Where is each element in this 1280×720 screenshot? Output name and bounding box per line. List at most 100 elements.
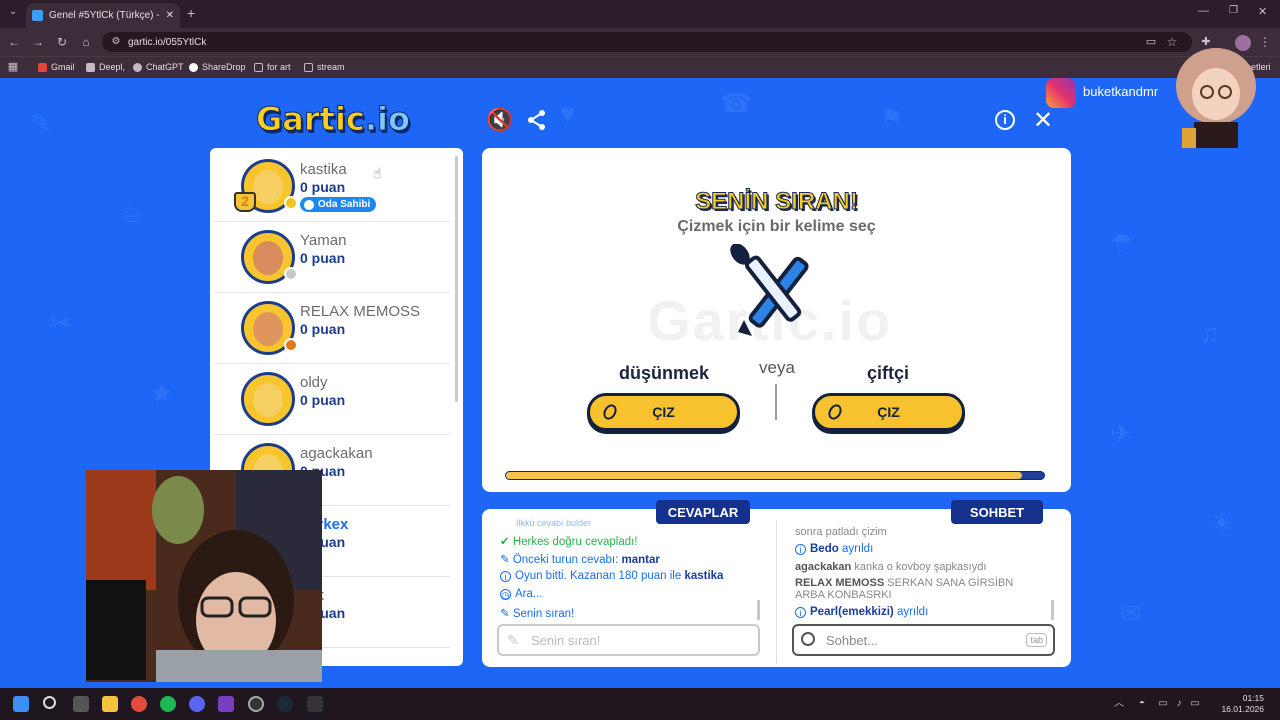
draw-option-2-button[interactable]: ÇIZ [812,393,965,431]
apps-grid-icon[interactable]: ▦ [6,60,20,74]
player-points: 0 puan [300,321,346,337]
obs-icon[interactable] [248,696,264,712]
gartic-logo: Gartic.io [256,100,411,139]
file-explorer-icon[interactable] [102,696,118,712]
doodle-icon: ✂ [50,308,72,338]
word-selection-panel: Gartic.io SENİN SIRAN! Çizmek için bir k… [482,148,1071,492]
player-row[interactable]: 2 kastika 0 puan Oda Sahibi [214,152,450,222]
word-option-1: düşünmek [618,363,710,383]
answers-header: CEVAPLAR [656,500,750,524]
system-clock[interactable]: 01:15 16.01.2026 [1204,693,1264,715]
cast-icon[interactable]: ▭ [1143,35,1159,49]
clock-icon: ◷ [500,589,511,600]
chat-system-left: i Bedo ayrıldı [795,543,873,555]
gartic-favicon [32,10,43,21]
tray-app-icon[interactable]: ◓ [1135,697,1149,711]
url-text: gartic.io/055YtlCk [128,36,207,48]
home-icon[interactable]: ⌂ [78,35,94,49]
pencil-icon [825,402,845,422]
streamer-avatar-illustration [1176,48,1256,148]
doodle-icon: ☀ [1210,508,1234,538]
player-row[interactable]: RELAX MEMOSS 0 puan [214,294,450,364]
bookmark-deepl[interactable]: Deepl, [86,60,125,74]
answer-input[interactable]: ✎ Senin sıran! [497,624,760,656]
options-divider [775,384,777,420]
players-scrollbar[interactable] [455,156,458,402]
answer-cut-line: Ilkkü cevabı bulder [516,518,592,528]
doodle-icon: ✈ [1110,418,1132,448]
chat-bubble-icon [801,632,815,646]
chat-input[interactable]: Sohbet... tab [792,624,1055,656]
doodle-icon: ⚑ [880,103,904,133]
chatgpt-icon [133,62,142,72]
doodle-icon: ✉ [1120,598,1142,628]
status-dot [284,196,298,210]
app-icon[interactable] [218,696,234,712]
windows-start-icon[interactable] [13,696,29,712]
address-bar[interactable]: gartic.io/055YtlCk [102,32,1192,52]
panel-divider [776,520,777,664]
chrome-icon[interactable] [131,696,147,712]
player-name: kastika [300,161,347,178]
bookmark-chatgpt[interactable]: ChatGPT [133,60,184,74]
player-points: 0 puan [300,179,346,195]
doodle-icon: ♥ [560,98,576,128]
share-icon[interactable] [526,109,548,131]
bookmark-folder-for-art[interactable]: for art [254,60,291,74]
player-avatar [241,372,295,426]
doodle-icon: ✎ [30,108,52,138]
battery-icon[interactable]: ▭ [1188,697,1202,711]
close-game-icon[interactable]: ✕ [1033,106,1053,135]
discord-icon[interactable] [189,696,205,712]
spotify-icon[interactable] [160,696,176,712]
draw-option-1-button[interactable]: ÇIZ [587,393,740,431]
forward-arrow-icon[interactable]: → [30,35,46,49]
menu-icon[interactable]: ⋮ [1259,35,1271,49]
doodle-icon: ♫ [1200,318,1220,348]
site-info-icon[interactable]: ⚙ [109,35,123,49]
chat-scrollbar[interactable] [1051,600,1054,620]
close-tab-icon[interactable]: ✕ [166,10,174,21]
network-icon[interactable]: ▭ [1156,697,1170,711]
window-minimize-button[interactable]: — [1198,5,1209,17]
info-icon: i [500,571,511,582]
bookmark-gmail[interactable]: Gmail [38,60,75,74]
back-arrow-icon[interactable]: ← [6,35,22,49]
folder-icon [304,62,313,72]
timer-progress-fill [506,472,1023,479]
clock-time: 01:15 [1242,693,1264,703]
instagram-icon [1046,78,1076,108]
window-close-button[interactable]: ✕ [1258,5,1267,18]
browser-tab-active[interactable]: Genel #5YtlCk (Türkçe) - Gartic... ✕ [26,3,180,28]
task-view-icon[interactable] [73,696,89,712]
steam-icon[interactable] [277,696,293,712]
search-icon[interactable] [43,696,56,709]
mouse-cursor-icon: ☝ [373,165,382,181]
bookmark-folder-stream[interactable]: stream [304,60,345,74]
window-restore-button[interactable]: ❐ [1229,5,1238,16]
webcam-feed-image [86,470,322,682]
pencil-icon: ✎ [507,632,519,648]
doodle-icon: ☎ [720,88,753,118]
epic-games-icon[interactable] [307,696,323,712]
chat-message: RELAX MEMOSS SERKAN SANA GİRSİBN ARBA KO… [795,577,1014,601]
tab-search-button[interactable]: ⌄ [6,6,20,20]
player-name: RELAX MEMOSS [300,303,421,320]
chat-message: agackakan kanka o kovboy şapkasıydı [795,561,987,573]
info-icon[interactable]: i [995,110,1015,130]
status-dot [284,267,298,281]
player-row[interactable]: Yaman 0 puan [214,223,450,293]
status-dot [284,338,298,352]
deepl-icon [86,62,95,72]
new-tab-button[interactable]: + [187,5,195,21]
player-row[interactable]: oldy 0 puan [214,365,450,435]
tray-expand-icon[interactable]: ︿ [1112,697,1126,711]
turn-subtitle: Çizmek için bir kelime seç [677,218,876,235]
volume-icon[interactable]: ♪ [1172,697,1186,711]
bookmark-sharedrop[interactable]: ShareDrop [189,60,246,74]
folder-icon [254,62,263,72]
mute-icon[interactable]: 🔇 [486,108,513,132]
doodle-icon: ★ [150,378,174,408]
reload-icon[interactable]: ↻ [54,35,70,49]
answers-scrollbar[interactable] [757,600,760,620]
